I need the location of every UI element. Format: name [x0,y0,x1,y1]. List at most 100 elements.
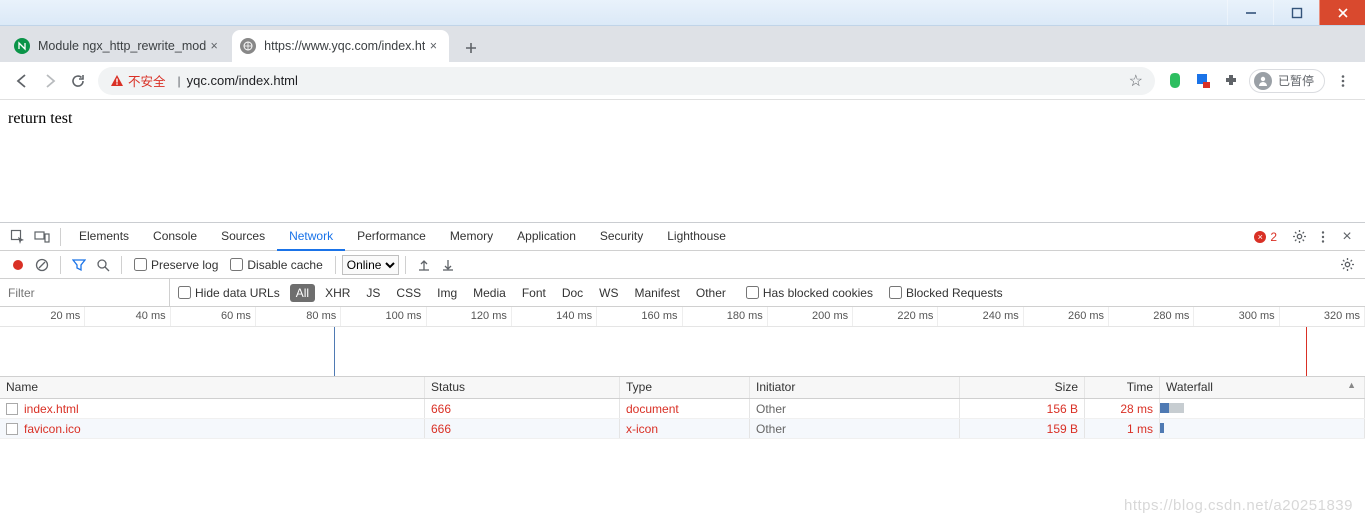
panel-tab-lighthouse[interactable]: Lighthouse [655,223,738,251]
devtools-tabbar: Elements Console Sources Network Perform… [0,223,1365,251]
extension-flag-icon[interactable] [1189,67,1217,95]
type-filter-all[interactable]: All [290,284,315,302]
inspect-element-icon[interactable] [6,225,30,249]
nav-reload-button[interactable] [64,67,92,95]
tab-close-icon[interactable]: × [206,38,222,54]
search-icon[interactable] [91,253,115,277]
browser-tab-1[interactable]: https://www.yqc.com/index.ht × [232,30,449,62]
os-window-controls [1227,0,1365,25]
panel-tab-sources[interactable]: Sources [209,223,277,251]
panel-tab-network[interactable]: Network [277,223,345,251]
network-table-header: Name Status Type Initiator Size Time Wat… [0,377,1365,399]
import-har-icon[interactable] [412,253,436,277]
os-titlebar [0,0,1365,26]
nav-forward-button[interactable] [36,67,64,95]
type-filter-font[interactable]: Font [516,284,552,302]
nginx-favicon-icon [14,38,30,54]
panel-tab-elements[interactable]: Elements [67,223,141,251]
profile-avatar-icon [1254,72,1272,90]
devtools-settings-icon[interactable] [1287,225,1311,249]
disable-cache-checkbox[interactable]: Disable cache [230,258,322,272]
network-row[interactable]: index.html666documentOther156 B28 ms [0,399,1365,419]
filter-input-wrapper [0,279,170,306]
browser-menu-button[interactable] [1329,67,1357,95]
filter-input[interactable] [6,285,163,301]
overview-tick: 100 ms [341,307,426,326]
network-table: Name Status Type Initiator Size Time Wat… [0,377,1365,522]
type-filter-doc[interactable]: Doc [556,284,589,302]
type-filter-css[interactable]: CSS [390,284,427,302]
request-initiator: Other [750,399,960,418]
clear-button[interactable] [30,253,54,277]
type-filter-media[interactable]: Media [467,284,512,302]
browser-tab-0[interactable]: Module ngx_http_rewrite_mod × [6,30,230,62]
warning-triangle-icon [110,74,124,88]
insecure-warning-label: 不安全 [128,71,166,90]
tab-close-icon[interactable]: × [425,38,441,54]
url-text: yqc.com/index.html [187,73,298,88]
network-row[interactable]: favicon.ico666x-iconOther159 B1 ms [0,419,1365,439]
panel-tab-console[interactable]: Console [141,223,209,251]
export-har-icon[interactable] [436,253,460,277]
error-dot-icon: × [1254,231,1266,243]
request-status: 666 [425,419,620,438]
console-error-badge[interactable]: × 2 [1254,230,1277,244]
preserve-log-checkbox[interactable]: Preserve log [134,258,218,272]
devtools-close-icon[interactable]: × [1335,225,1359,249]
device-toolbar-icon[interactable] [30,225,54,249]
request-time: 28 ms [1085,399,1160,418]
hide-data-urls-checkbox[interactable]: Hide data URLs [178,286,280,300]
window-maximize-button[interactable] [1273,0,1319,25]
network-filter-row: Hide data URLs All XHR JS CSS Img Media … [0,279,1365,307]
col-initiator[interactable]: Initiator [750,377,960,398]
request-status: 666 [425,399,620,418]
browser-toolbar: 不安全 | yqc.com/index.html ☆ 已暂停 [0,62,1365,100]
devtools-more-icon[interactable] [1311,225,1335,249]
address-bar[interactable]: 不安全 | yqc.com/index.html ☆ [98,67,1155,95]
overview-tick: 180 ms [683,307,768,326]
extension-evernote-icon[interactable] [1161,67,1189,95]
overview-marker [1306,327,1307,376]
overview-tick: 140 ms [512,307,597,326]
nav-back-button[interactable] [8,67,36,95]
overview-ruler: 20 ms40 ms60 ms80 ms100 ms120 ms140 ms16… [0,307,1365,327]
network-settings-icon[interactable] [1335,253,1359,277]
col-status[interactable]: Status [425,377,620,398]
type-filter-other[interactable]: Other [690,284,732,302]
panel-tab-security[interactable]: Security [588,223,655,251]
blocked-requests-checkbox[interactable]: Blocked Requests [889,286,1003,300]
col-size[interactable]: Size [960,377,1085,398]
request-size: 156 B [960,399,1085,418]
extensions-puzzle-icon[interactable] [1217,67,1245,95]
request-waterfall [1160,399,1365,418]
overview-tick: 220 ms [853,307,938,326]
panel-tab-application[interactable]: Application [505,223,588,251]
profile-chip[interactable]: 已暂停 [1249,69,1325,93]
new-tab-button[interactable] [457,34,485,62]
window-minimize-button[interactable] [1227,0,1273,25]
type-filter-manifest[interactable]: Manifest [629,284,686,302]
type-filter-img[interactable]: Img [431,284,463,302]
col-name[interactable]: Name [0,377,425,398]
overview-tick: 280 ms [1109,307,1194,326]
type-filter-xhr[interactable]: XHR [319,284,356,302]
has-blocked-cookies-checkbox[interactable]: Has blocked cookies [746,286,873,300]
panel-tab-performance[interactable]: Performance [345,223,438,251]
col-time[interactable]: Time [1085,377,1160,398]
col-waterfall[interactable]: Waterfall [1160,377,1365,398]
panel-tab-memory[interactable]: Memory [438,223,505,251]
network-toolbar: Preserve log Disable cache Online [0,251,1365,279]
filter-toggle-icon[interactable] [67,253,91,277]
overview-tick: 240 ms [938,307,1023,326]
overview-tick: 40 ms [85,307,170,326]
window-close-button[interactable] [1319,0,1365,25]
col-type[interactable]: Type [620,377,750,398]
record-button[interactable] [6,253,30,277]
bookmark-star-icon[interactable]: ☆ [1129,71,1143,91]
throttling-select[interactable]: Online [342,255,399,275]
type-filter-js[interactable]: JS [360,284,386,302]
type-filter-ws[interactable]: WS [593,284,624,302]
request-waterfall [1160,419,1365,438]
overview-tick: 60 ms [171,307,256,326]
network-overview[interactable]: 20 ms40 ms60 ms80 ms100 ms120 ms140 ms16… [0,307,1365,377]
